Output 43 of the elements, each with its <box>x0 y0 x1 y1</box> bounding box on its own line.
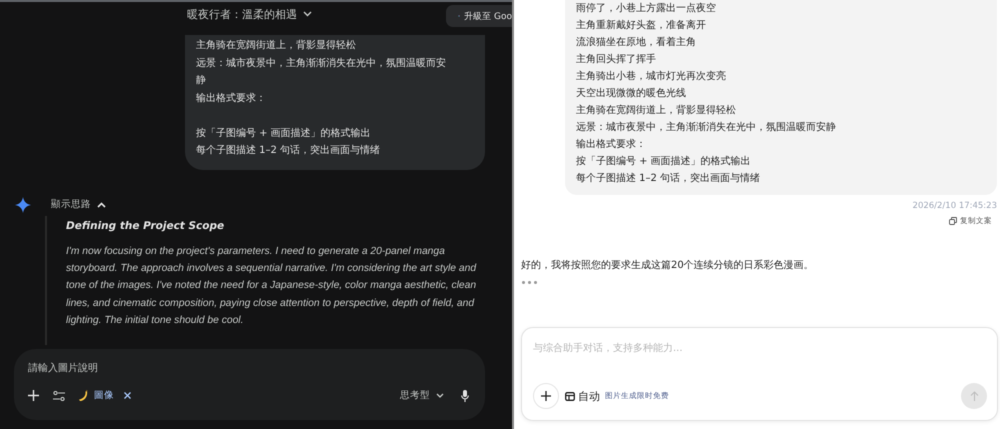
message-line: 雨停了，小巷上方露出一点夜空 <box>576 2 717 16</box>
message-line: 远景：城市夜景中，主角渐渐消失在光中，氛围温暖而安静 <box>576 120 837 135</box>
thought-paragraph: I'm now focusing on the project's parameters. I need to generate a 20-panel manga storyboard. The approach involves a sequential narrative. I'm considering the art style and tone of the images. I've noted the need for a Japanese-style, color manga aesthetic, clean lines, and cinematic composition, paying close attention to perspective, depth of field, and lighting. The initial tone should be cool. <box>66 244 478 328</box>
message-line: 按「子图编号 + 画面描述」的格式输出 <box>576 154 752 169</box>
assistant-reply: 好的，我将按照您的要求生成这篇20个连续分镜的日系彩色漫画。 <box>521 258 815 272</box>
plus-icon <box>541 391 551 401</box>
message-line: 远景：城市夜景中，主角渐渐消失在光中，氛围温暖而安静 <box>196 56 447 88</box>
message-line: 流浪猫坐在原地，看着主角 <box>576 36 697 50</box>
banana-icon <box>78 390 90 402</box>
show-thoughts-toggle[interactable]: 顯示思路 <box>51 198 106 211</box>
arrow-up-icon <box>970 391 978 401</box>
sliders-icon <box>53 390 65 400</box>
message-line: 主角骑在宽阔街道上，背影显得轻松 <box>576 104 737 118</box>
window-icon <box>565 392 575 400</box>
close-icon <box>124 392 131 399</box>
upgrade-button[interactable]: 升級至 Goo <box>446 5 512 27</box>
prompt-input[interactable]: 請輸入圖片說明 <box>28 359 469 377</box>
message-line: 主角骑在宽阔街道上，背影显得轻松 <box>196 38 357 53</box>
thought-title: Defining the Project Scope <box>66 220 226 232</box>
message-timestamp: 2026/2/10 17:45:23 <box>912 201 997 211</box>
sparkle-icon <box>15 196 31 212</box>
image-tool-label: 圖像 <box>94 389 114 402</box>
message-line: 主角骑出小巷，城市灯光再次变亮 <box>576 70 727 84</box>
add-button[interactable] <box>533 383 559 409</box>
message-line: 输出格式要求： <box>196 92 267 106</box>
chevron-down-icon[interactable] <box>303 11 312 17</box>
microphone-icon <box>461 390 469 402</box>
microphone-button[interactable] <box>461 390 469 402</box>
message-line: 输出格式要求： <box>576 138 647 152</box>
message-line: 每个子图描述 1–2 句话，突出画面与情绪 <box>576 172 762 186</box>
add-button[interactable] <box>28 390 39 401</box>
chevron-down-icon <box>436 393 444 398</box>
message-line: 主角重新戴好头盔，准备离开 <box>576 18 707 33</box>
tools-button[interactable] <box>53 390 65 400</box>
message-line: 主角回头挥了挥手 <box>576 52 657 67</box>
message-line: 按「子图编号 + 画面描述」的格式输出 <box>196 126 372 140</box>
message-line: 每个子图描述 1–2 句话，突出画面与情绪 <box>196 144 382 158</box>
mode-button[interactable]: 自动 <box>565 388 600 404</box>
copy-icon <box>949 217 957 225</box>
message-line: 天空出现微微的暖色光线 <box>576 86 687 101</box>
chat-title: 暖夜行者：溫柔的相遇 <box>187 6 297 22</box>
mode-selector[interactable]: 思考型 <box>400 389 444 402</box>
plus-icon <box>28 390 39 401</box>
